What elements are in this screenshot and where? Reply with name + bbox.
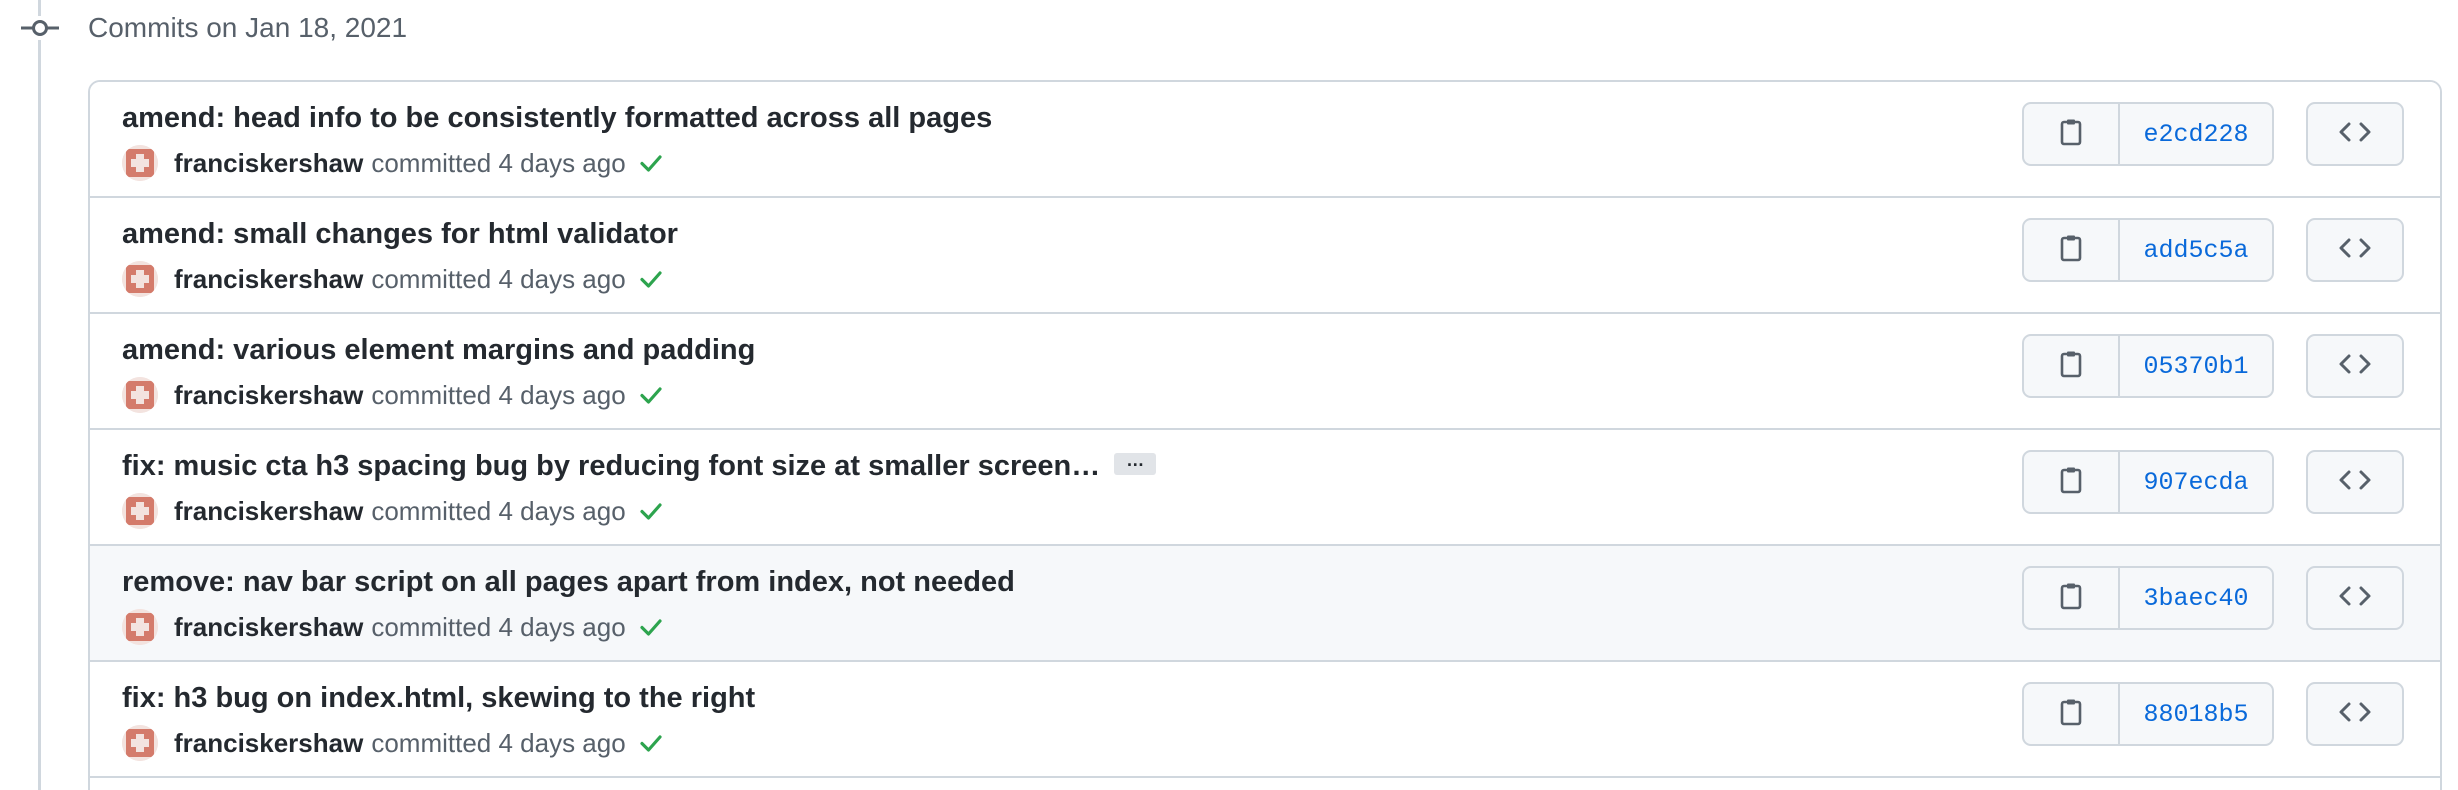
commit-author-link[interactable]: franciskershaw (174, 496, 363, 527)
clipboard-icon (2059, 582, 2083, 615)
commit-sha-link[interactable]: 3baec40 (2120, 568, 2272, 628)
avatar[interactable] (122, 725, 158, 761)
commit-row: amend: head info to be consistently form… (90, 82, 2440, 198)
commit-author-link[interactable]: franciskershaw (174, 728, 363, 759)
commit-sha-button-group: 05370b1 (2022, 334, 2274, 398)
commit-author-link[interactable]: franciskershaw (174, 148, 363, 179)
check-icon[interactable] (638, 498, 664, 524)
commit-time-text: committed 4 days ago (371, 147, 626, 178)
commit-sha-button-group: 88018b5 (2022, 682, 2274, 746)
code-icon (2338, 700, 2372, 729)
commit-group-title: Commits on Jan 18, 2021 (88, 12, 408, 43)
commit-meta: franciskershaw committed 4 days ago (122, 492, 664, 530)
commit-time-text: committed 4 days ago (371, 263, 626, 294)
code-icon (2338, 120, 2372, 149)
clipboard-icon (2059, 466, 2083, 499)
clipboard-icon (2059, 234, 2083, 267)
commit-row: fix: h3 bug on index.html, skewing to th… (90, 662, 2440, 778)
commit-sha-button-group: e2cd228 (2022, 102, 2274, 166)
commit-sha-link[interactable]: 05370b1 (2120, 336, 2272, 396)
browse-repository-button[interactable] (2306, 218, 2404, 282)
commit-time-text: committed 4 days ago (371, 379, 626, 410)
commit-list: amend: head info to be consistently form… (88, 80, 2442, 790)
commit-sha-button-group: 3baec40 (2022, 566, 2274, 630)
clipboard-icon (2059, 118, 2083, 151)
check-icon[interactable] (638, 730, 664, 756)
browse-repository-button[interactable] (2306, 450, 2404, 514)
copy-sha-button[interactable] (2024, 220, 2120, 280)
browse-repository-button[interactable] (2306, 334, 2404, 398)
expand-message-button[interactable]: … (1114, 451, 1157, 476)
timeline-line (38, 0, 41, 790)
avatar[interactable] (122, 493, 158, 529)
commit-title-wrap: amend: various element margins and paddi… (122, 332, 755, 368)
commit-time-text: committed 4 days ago (371, 611, 626, 642)
commit-row: amend: small changes for html validator … (90, 198, 2440, 314)
commit-sha-link[interactable]: 88018b5 (2120, 684, 2272, 744)
browse-repository-button[interactable] (2306, 682, 2404, 746)
copy-sha-button[interactable] (2024, 684, 2120, 744)
commit-title-link[interactable]: amend: various element margins and paddi… (122, 334, 755, 366)
commit-title-link[interactable]: fix: music cta h3 spacing bug by reducin… (122, 450, 1100, 482)
commit-title-wrap: amend: small changes for html validator (122, 216, 678, 252)
commit-title-link[interactable]: amend: small changes for html validator (122, 218, 678, 250)
commit-title-wrap: fix: h3 bug on index.html, skewing to th… (122, 680, 755, 716)
commit-title-wrap: fix: music cta h3 spacing bug by reducin… (122, 448, 1157, 484)
code-icon (2338, 584, 2372, 613)
commit-title-link[interactable]: amend: head info to be consistently form… (122, 102, 992, 134)
commit-row: remove: nav bar script on all pages apar… (90, 546, 2440, 662)
commit-author-link[interactable]: franciskershaw (174, 380, 363, 411)
commit-meta: franciskershaw committed 4 days ago (122, 608, 664, 646)
copy-sha-button[interactable] (2024, 336, 2120, 396)
commit-sha-link[interactable]: add5c5a (2120, 220, 2272, 280)
commits-page: Commits on Jan 18, 2021 amend: head info… (0, 0, 2458, 790)
git-commit-icon (21, 16, 59, 40)
avatar[interactable] (122, 377, 158, 413)
commit-author-link[interactable]: franciskershaw (174, 264, 363, 295)
browse-repository-button[interactable] (2306, 566, 2404, 630)
browse-repository-button[interactable] (2306, 102, 2404, 166)
check-icon[interactable] (638, 614, 664, 640)
avatar[interactable] (122, 261, 158, 297)
commit-meta: franciskershaw committed 4 days ago (122, 144, 664, 182)
commit-meta: franciskershaw committed 4 days ago (122, 724, 664, 762)
commit-sha-link[interactable]: 907ecda (2120, 452, 2272, 512)
commit-row: amend: various element margins and paddi… (90, 314, 2440, 430)
code-icon (2338, 468, 2372, 497)
avatar[interactable] (122, 145, 158, 181)
commit-title-link[interactable]: remove: nav bar script on all pages apar… (122, 566, 1015, 598)
code-icon (2338, 352, 2372, 381)
commit-time-text: committed 4 days ago (371, 495, 626, 526)
commit-author-link[interactable]: franciskershaw (174, 612, 363, 643)
code-icon (2338, 236, 2372, 265)
clipboard-icon (2059, 350, 2083, 383)
commit-title-wrap: remove: nav bar script on all pages apar… (122, 564, 1015, 600)
copy-sha-button[interactable] (2024, 568, 2120, 628)
commit-title-link[interactable]: fix: h3 bug on index.html, skewing to th… (122, 682, 755, 714)
copy-sha-button[interactable] (2024, 104, 2120, 164)
commit-meta: franciskershaw committed 4 days ago (122, 376, 664, 414)
commit-sha-button-group: 907ecda (2022, 450, 2274, 514)
commit-title-wrap: amend: head info to be consistently form… (122, 100, 992, 136)
avatar[interactable] (122, 609, 158, 645)
commit-time-text: committed 4 days ago (371, 727, 626, 758)
commit-meta: franciskershaw committed 4 days ago (122, 260, 664, 298)
commit-sha-button-group: add5c5a (2022, 218, 2274, 282)
check-icon[interactable] (638, 266, 664, 292)
commit-row: fix: music cta h3 spacing bug by reducin… (90, 430, 2440, 546)
check-icon[interactable] (638, 382, 664, 408)
clipboard-icon (2059, 698, 2083, 731)
copy-sha-button[interactable] (2024, 452, 2120, 512)
check-icon[interactable] (638, 150, 664, 176)
commit-sha-link[interactable]: e2cd228 (2120, 104, 2272, 164)
